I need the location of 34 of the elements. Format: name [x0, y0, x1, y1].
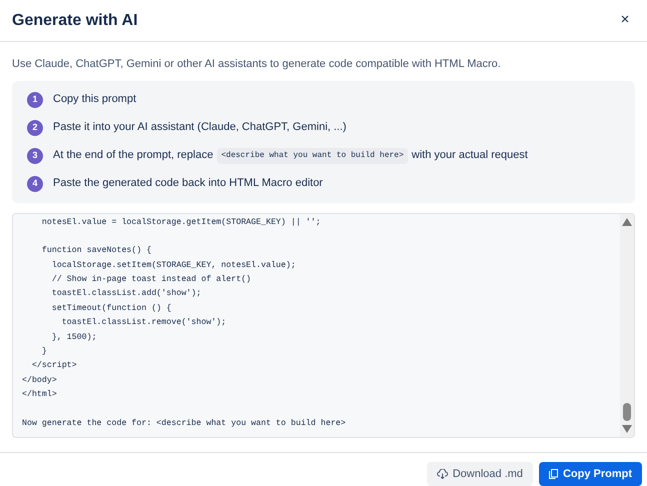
- download-button[interactable]: Download .md: [426, 462, 533, 486]
- step-number: 4: [27, 176, 43, 192]
- code-line: localStorage.setItem(STORAGE_KEY, notesEl.value);: [50, 260, 297, 272]
- code-line: toastEl.classList.remove('show');: [60, 317, 228, 330]
- code-line: toastEl.classList.add('show');: [50, 288, 202, 300]
- code-snippet: <describe what you want to build here>: [217, 148, 408, 164]
- code-line: Now generate the code for: <describe what you want to build here>: [22, 418, 347, 430]
- code-line: </body>: [22, 374, 58, 387]
- code-line: </script>: [30, 360, 78, 372]
- step-text: Paste it into your AI assistant (Claude, ChatGPT, Gemini, ...): [53, 120, 346, 136]
- scroll-down-icon[interactable]: [622, 424, 632, 432]
- scrollbar[interactable]: [620, 214, 634, 436]
- copy-icon: [548, 469, 558, 479]
- code-line: }, 1500);: [50, 332, 98, 344]
- step-text: Copy this prompt: [53, 92, 136, 108]
- step-number: 1: [27, 92, 43, 108]
- code-line: // Show in-page toast instead of alert(): [50, 274, 252, 286]
- close-button[interactable]: ×: [615, 10, 635, 30]
- cloud-download-icon: [436, 469, 448, 479]
- step-text: with your actual request: [412, 148, 528, 164]
- step-text: At the end of the prompt, replace: [53, 148, 214, 164]
- copy-button[interactable]: Copy Prompt: [538, 462, 642, 486]
- step-number: 3: [27, 148, 43, 164]
- dialog-title: Generate with AI: [12, 10, 138, 30]
- code-line: notesEl.value = localStorage.getItem(STORAGE_KEY) || '';: [40, 216, 322, 228]
- scroll-thumb[interactable]: [623, 402, 631, 420]
- code-line: setTimeout(function () {: [50, 302, 172, 315]
- step-text: Paste the generated code back into HTML Macro editor: [53, 176, 323, 192]
- description-text: Use Claude, ChatGPT, Gemini or other AI assistants to generate code compatible with HTML Macro.: [11, 57, 502, 72]
- code-line: </html>: [22, 389, 58, 402]
- code-line: }: [40, 346, 48, 358]
- step-number: 2: [27, 120, 43, 136]
- scroll-up-icon[interactable]: [622, 218, 632, 226]
- code-line: function saveNotes() {: [40, 245, 152, 258]
